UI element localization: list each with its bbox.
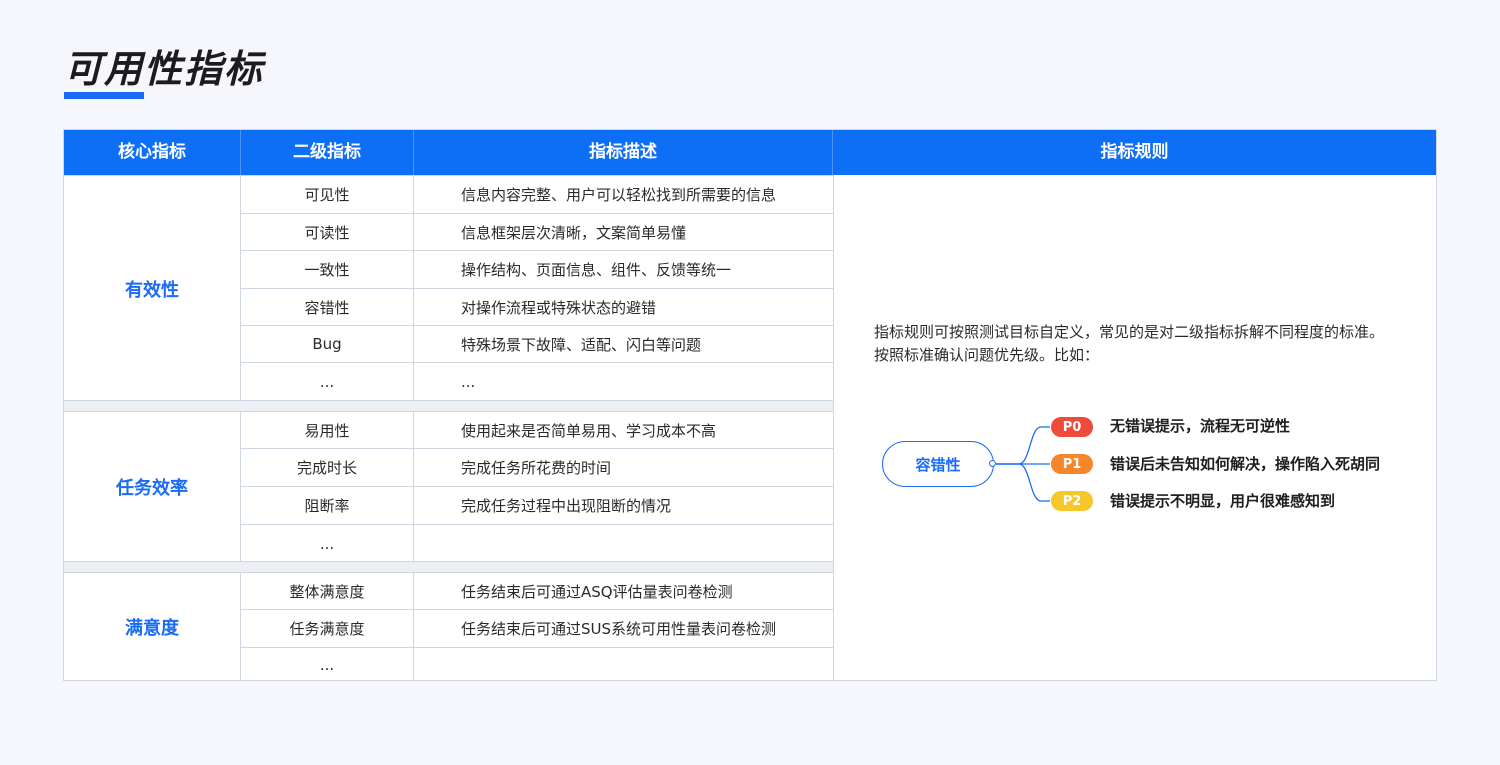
metric-description: 特殊场景下故障、适配、闪白等问题 <box>461 335 702 354</box>
metric-description: ... <box>461 373 476 391</box>
secondary-metric: 阻断率 <box>241 487 414 524</box>
metrics-table: 核心指标 二级指标 指标描述 指标规则 有效性 可见性 信息内容完整、用户可以轻… <box>63 129 1437 681</box>
metric-description: 任务结束后可通过SUS系统可用性量表问卷检测 <box>461 620 777 638</box>
metric-description: 信息内容完整、用户可以轻松找到所需要的信息 <box>461 186 777 204</box>
table-header: 核心指标 二级指标 指标描述 指标规则 <box>64 130 1436 175</box>
table-row: ... ... <box>241 363 833 401</box>
header-description: 指标描述 <box>414 130 833 175</box>
metric-description: 对操作流程或特殊状态的避错 <box>461 298 657 317</box>
priority-badge-p0: P0 <box>1051 417 1093 437</box>
group-divider <box>64 400 833 411</box>
table-row: 整体满意度 任务结束后可通过ASQ评估量表问卷检测 <box>241 573 833 610</box>
title-underline <box>64 92 144 99</box>
core-metric: 有效性 <box>64 176 241 401</box>
priority-text-p0: 无错误提示，流程无可逆性 <box>1110 417 1291 435</box>
core-metric: 满意度 <box>64 573 241 681</box>
priority-text-p2: 错误提示不明显，用户很难感知到 <box>1110 492 1336 510</box>
priority-badge-p2: P2 <box>1051 491 1093 511</box>
metric-description: 使用起来是否简单易用、学习成本不高 <box>461 421 717 440</box>
metric-description: 操作结构、页面信息、组件、反馈等统一 <box>461 261 732 279</box>
metric-description: 信息框架层次清晰，文案简单易懂 <box>461 223 687 242</box>
header-secondary: 二级指标 <box>241 130 414 175</box>
secondary-metric: ... <box>241 363 414 401</box>
metric-description: 任务结束后可通过ASQ评估量表问卷检测 <box>461 582 733 601</box>
metric-description <box>414 648 833 681</box>
group-task-efficiency: 任务效率 易用性 使用起来是否简单易用、学习成本不高 完成时长 完成任务所花费的… <box>64 411 833 562</box>
priority-badge-p1: P1 <box>1051 454 1093 474</box>
page-title: 可用性指标 <box>64 47 265 91</box>
table-row: 完成时长 完成任务所花费的时间 <box>241 449 833 487</box>
secondary-metric: 完成时长 <box>241 449 414 486</box>
secondary-metric: 易用性 <box>241 412 414 448</box>
table-row: 一致性 操作结构、页面信息、组件、反馈等统一 <box>241 251 833 289</box>
metric-description: 完成任务所花费的时间 <box>461 459 612 477</box>
group-effectiveness: 有效性 可见性 信息内容完整、用户可以轻松找到所需要的信息 可读性 信息框架层次… <box>64 175 833 401</box>
table-row: 阻断率 完成任务过程中出现阻断的情况 <box>241 487 833 525</box>
table-row: 可读性 信息框架层次清晰，文案简单易懂 <box>241 214 833 251</box>
secondary-metric: ... <box>241 648 414 681</box>
rule-cell: 指标规则可按照测试目标自定义，常见的是对二级指标拆解不同程度的标准。 按照标准确… <box>833 175 1436 680</box>
header-rule: 指标规则 <box>1100 142 1169 162</box>
table-row: ... <box>241 525 833 562</box>
core-metric: 任务效率 <box>64 412 241 562</box>
table-row: 容错性 对操作流程或特殊状态的避错 <box>241 289 833 326</box>
secondary-metric: Bug <box>241 326 414 362</box>
secondary-metric: 整体满意度 <box>241 573 414 609</box>
secondary-metric: 一致性 <box>241 251 414 288</box>
table-row: 易用性 使用起来是否简单易用、学习成本不高 <box>241 412 833 449</box>
secondary-metric: 容错性 <box>241 289 414 325</box>
table-row: 任务满意度 任务结束后可通过SUS系统可用性量表问卷检测 <box>241 610 833 648</box>
metric-description <box>414 525 833 562</box>
group-divider <box>64 561 833 572</box>
header-core: 核心指标 <box>64 130 241 175</box>
priority-text-p1: 错误后未告知如何解决，操作陷入死胡同 <box>1110 455 1381 473</box>
example-node: 容错性 <box>882 441 994 487</box>
table-row: ... <box>241 648 833 681</box>
table-row: Bug 特殊场景下故障、适配、闪白等问题 <box>241 326 833 363</box>
secondary-metric: 任务满意度 <box>241 610 414 647</box>
metric-description: 完成任务过程中出现阻断的情况 <box>461 497 672 515</box>
secondary-metric: 可见性 <box>241 176 414 213</box>
table-row: 可见性 信息内容完整、用户可以轻松找到所需要的信息 <box>241 176 833 214</box>
secondary-metric: 可读性 <box>241 214 414 250</box>
group-satisfaction: 满意度 整体满意度 任务结束后可通过ASQ评估量表问卷检测 任务满意度 任务结束… <box>64 572 833 681</box>
secondary-metric: ... <box>241 525 414 562</box>
node-connector-dot <box>989 460 996 467</box>
